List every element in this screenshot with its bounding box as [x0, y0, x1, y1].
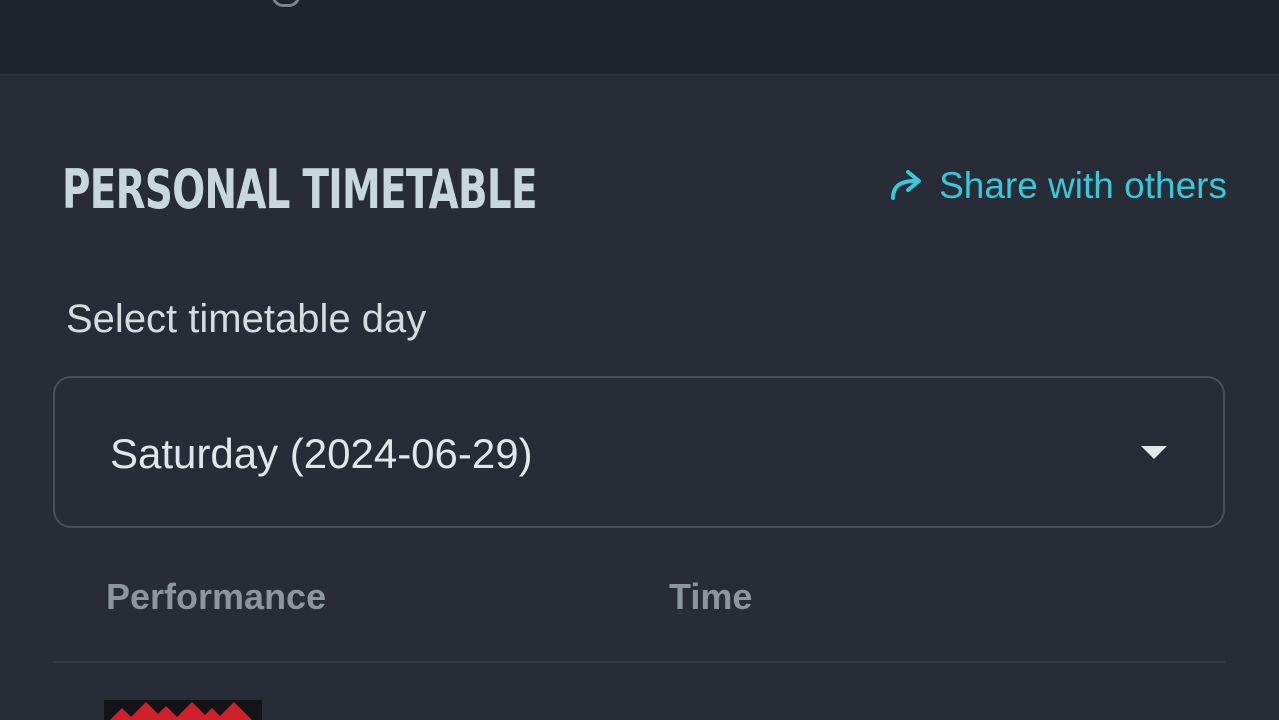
performance-logo[interactable]	[104, 700, 262, 720]
share-link-label: Share with others	[939, 165, 1227, 206]
page-title: PERSONAL TIMETABLE	[62, 158, 538, 221]
column-header-performance: Performance	[106, 576, 327, 617]
select-day-label: Select timetable day	[66, 297, 427, 341]
table-header-divider	[53, 661, 1225, 663]
selected-day-value: Saturday (2024-06-29)	[110, 430, 533, 477]
share-with-others-link[interactable]: Share with others	[885, 162, 1227, 210]
column-header-time: Time	[669, 576, 753, 617]
app-header	[0, 0, 1279, 75]
timetable-day-select[interactable]: Saturday (2024-06-29)	[53, 376, 1225, 528]
header-logo-fragment	[272, 0, 300, 7]
timetable-table-header: Performance Time	[0, 572, 1279, 622]
share-arrow-icon	[885, 164, 929, 208]
chevron-down-icon	[1141, 446, 1167, 459]
